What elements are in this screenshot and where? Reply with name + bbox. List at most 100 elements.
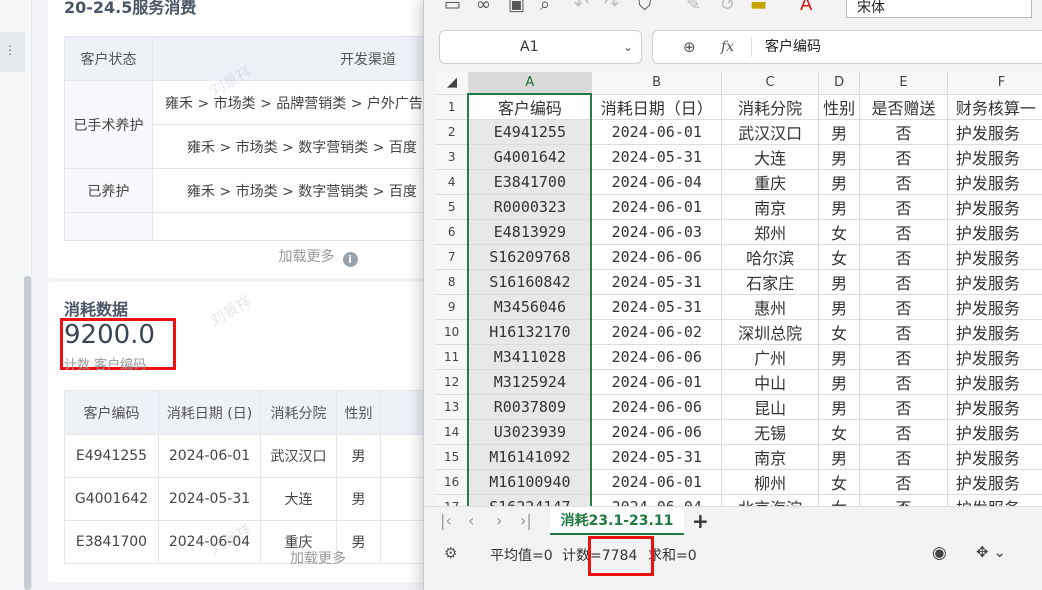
- sheet-cell[interactable]: 2024-06-02: [591, 319, 723, 345]
- row-header[interactable]: 13: [436, 394, 469, 420]
- row-header[interactable]: 14: [436, 419, 469, 445]
- sheet-cell[interactable]: M3125924: [467, 369, 593, 395]
- column-header-c[interactable]: C: [721, 72, 819, 95]
- fx-icon[interactable]: fx: [721, 31, 734, 63]
- undo-icon[interactable]: ↶: [574, 0, 589, 16]
- sheet-cell[interactable]: 否: [859, 119, 948, 145]
- font-color-icon[interactable]: A: [800, 0, 812, 16]
- load-more-label[interactable]: 加载更多: [279, 249, 335, 265]
- formula-bar[interactable]: ⊕ fx 客户编码: [652, 30, 1042, 64]
- sheet-cell[interactable]: 武汉汉口: [721, 119, 819, 145]
- sheet-cell[interactable]: 大连: [721, 144, 819, 170]
- sheet-cell[interactable]: 护发服务: [947, 294, 1042, 320]
- sheet-cell[interactable]: 无锡: [721, 419, 819, 445]
- sheet-cell[interactable]: 护发服务: [947, 119, 1042, 145]
- sheet-cell[interactable]: 2024-06-06: [591, 394, 723, 420]
- row-header[interactable]: 17: [436, 494, 469, 506]
- column-header-d[interactable]: D: [818, 72, 861, 95]
- sheet-cell[interactable]: 广州: [721, 344, 819, 370]
- row-header[interactable]: 12: [436, 369, 469, 395]
- name-box[interactable]: A1 ⌄: [439, 30, 642, 64]
- sheet-cell[interactable]: 护发服务: [947, 419, 1042, 445]
- sheet-cell[interactable]: 财务核算一: [947, 94, 1042, 120]
- sheet-cell[interactable]: 男: [818, 369, 861, 395]
- sheet-cell[interactable]: 2024-06-06: [591, 344, 723, 370]
- sheet-cell[interactable]: 2024-06-01: [591, 369, 723, 395]
- sheet-cell[interactable]: 否: [859, 144, 948, 170]
- sheet-cell[interactable]: 护发服务: [947, 319, 1042, 345]
- row-header[interactable]: 8: [436, 269, 469, 295]
- sheet-cell[interactable]: 南京: [721, 444, 819, 470]
- column-header-e[interactable]: E: [859, 72, 948, 95]
- column-header-a[interactable]: A: [468, 72, 592, 95]
- sheet-cell[interactable]: 性别: [818, 94, 861, 120]
- column-header-f[interactable]: F: [947, 72, 1042, 95]
- sheet-cell[interactable]: 男: [818, 194, 861, 220]
- sheet-cell[interactable]: 护发服务: [947, 369, 1042, 395]
- sheet-cell[interactable]: 惠州: [721, 294, 819, 320]
- sheet-cell[interactable]: E4813929: [467, 219, 593, 245]
- sheet-cell[interactable]: 否: [859, 194, 948, 220]
- sheet-cell[interactable]: 否: [859, 444, 948, 470]
- row-header[interactable]: 16: [436, 469, 469, 495]
- sheet-cell[interactable]: 护发服务: [947, 244, 1042, 270]
- sheet-cell[interactable]: 女: [818, 469, 861, 495]
- sheet-cell[interactable]: 2024-06-04: [591, 169, 723, 195]
- sheet-cell[interactable]: 护发服务: [947, 144, 1042, 170]
- sheet-cell[interactable]: E3841700: [467, 169, 593, 195]
- row-header[interactable]: 7: [436, 244, 469, 270]
- sheet-cell[interactable]: 否: [859, 294, 948, 320]
- clear-format-icon[interactable]: ↺: [720, 0, 735, 16]
- next-sheet-icon[interactable]: ›: [496, 511, 502, 530]
- column-header-b[interactable]: B: [591, 72, 723, 95]
- row-header[interactable]: 11: [436, 344, 469, 370]
- sheet-cell[interactable]: 女: [818, 494, 861, 506]
- row-header[interactable]: 2: [436, 119, 469, 145]
- sheet-cell[interactable]: H16132170: [467, 319, 593, 345]
- sheet-cell[interactable]: E4941255: [467, 119, 593, 145]
- sheet-cell[interactable]: 否: [859, 369, 948, 395]
- sheet-cell[interactable]: 护发服务: [947, 194, 1042, 220]
- sheet-cell[interactable]: 南京: [721, 194, 819, 220]
- sheet-cell[interactable]: 男: [818, 344, 861, 370]
- sheet-cell[interactable]: 男: [818, 394, 861, 420]
- sheet-cell[interactable]: 郑州: [721, 219, 819, 245]
- sheet-cell[interactable]: 昆山: [721, 394, 819, 420]
- sheet-cell[interactable]: 女: [818, 219, 861, 245]
- sheet-cell[interactable]: 北京海淀: [721, 494, 819, 506]
- link-icon[interactable]: ∞: [476, 0, 491, 16]
- sheet-grid[interactable]: ◢ A B C D E F 1 客户编码 消耗日期（日） 消耗分院 性别 是否赠送 财务核算…: [436, 72, 1042, 506]
- prev-sheet-icon[interactable]: ‹: [468, 511, 474, 530]
- sheet-cell[interactable]: 男: [818, 294, 861, 320]
- sheet-cell[interactable]: 消耗日期（日）: [591, 94, 723, 120]
- sheet-cell[interactable]: 否: [859, 469, 948, 495]
- sheet-cell[interactable]: 2024-05-31: [591, 294, 723, 320]
- add-sheet-icon[interactable]: +: [692, 509, 709, 533]
- sheet-cell[interactable]: 否: [859, 269, 948, 295]
- row-header[interactable]: 9: [436, 294, 469, 320]
- sheet-cell[interactable]: 2024-05-31: [591, 444, 723, 470]
- preview-icon[interactable]: ⌕: [540, 0, 550, 16]
- row-header[interactable]: 6: [436, 219, 469, 245]
- sheet-cell[interactable]: 中山: [721, 369, 819, 395]
- zoom-icon[interactable]: ⊕: [683, 31, 696, 63]
- sheet-cell[interactable]: 护发服务: [947, 169, 1042, 195]
- sheet-cell[interactable]: M3456046: [467, 294, 593, 320]
- sheet-cell[interactable]: 否: [859, 219, 948, 245]
- save-icon[interactable]: ▭: [444, 0, 461, 16]
- print-icon[interactable]: ▣: [508, 0, 525, 16]
- menu-icon[interactable]: ⋮: [4, 44, 16, 56]
- first-sheet-icon[interactable]: |‹: [440, 511, 452, 530]
- format-painter-icon[interactable]: ✎: [686, 0, 701, 16]
- sheet-cell[interactable]: 护发服务: [947, 394, 1042, 420]
- macro-icon[interactable]: ⚙: [444, 544, 457, 562]
- sheet-cell[interactable]: 否: [859, 419, 948, 445]
- sheet-cell[interactable]: 2024-06-06: [591, 419, 723, 445]
- sheet-cell[interactable]: 护发服务: [947, 344, 1042, 370]
- sheet-cell[interactable]: 否: [859, 319, 948, 345]
- sheet-cell[interactable]: 男: [818, 269, 861, 295]
- dashboard-scrollbar[interactable]: [24, 276, 31, 590]
- sheet-cell[interactable]: S16224147: [467, 494, 593, 506]
- sheet-cell[interactable]: 护发服务: [947, 494, 1042, 506]
- info-icon[interactable]: i: [342, 252, 358, 267]
